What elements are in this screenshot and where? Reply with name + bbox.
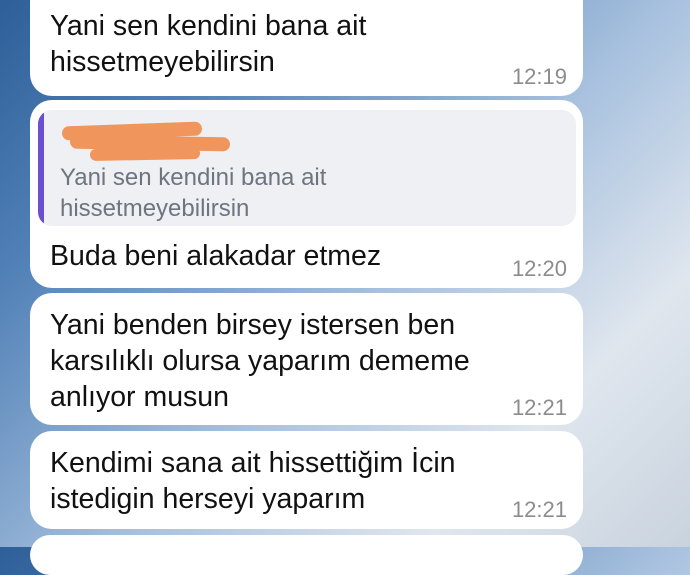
redacted-author-name (60, 120, 231, 161)
message-time: 12:20 (511, 256, 567, 281)
message-time: 12:19 (511, 64, 567, 89)
message-bubble[interactable]: Kendimi sana ait hissettiğim İcin istedi… (30, 431, 583, 529)
quoted-message-text: Yani sen kendini bana ait hissetmeyebili… (60, 164, 327, 222)
message-text: Yani benden birsey istersen ben karsılık… (50, 309, 470, 413)
quoted-reply[interactable]: Yani sen kendini bana ait hissetmeyebili… (38, 110, 576, 226)
quote-accent-bar (38, 110, 44, 226)
message-time: 12:21 (511, 395, 567, 420)
chat-message-list: Yani sen kendini bana ait hissetmeyebili… (0, 0, 690, 575)
message-text: Kendimi sana ait hissettiğim İcin istedi… (50, 447, 456, 515)
message-text: Buda beni alakadar etmez (50, 240, 382, 272)
message-text: Yani sen kendini bana ait hissetmeyebili… (50, 10, 367, 78)
message-bubble[interactable]: Yani sen kendini bana ait hissetmeyebili… (30, 0, 583, 96)
message-bubble[interactable]: Yani benden birsey istersen ben karsılık… (30, 293, 583, 425)
message-bubble[interactable] (30, 535, 583, 575)
message-bubble[interactable]: Yani sen kendini bana ait hissetmeyebili… (30, 100, 583, 288)
message-time: 12:21 (511, 497, 567, 522)
